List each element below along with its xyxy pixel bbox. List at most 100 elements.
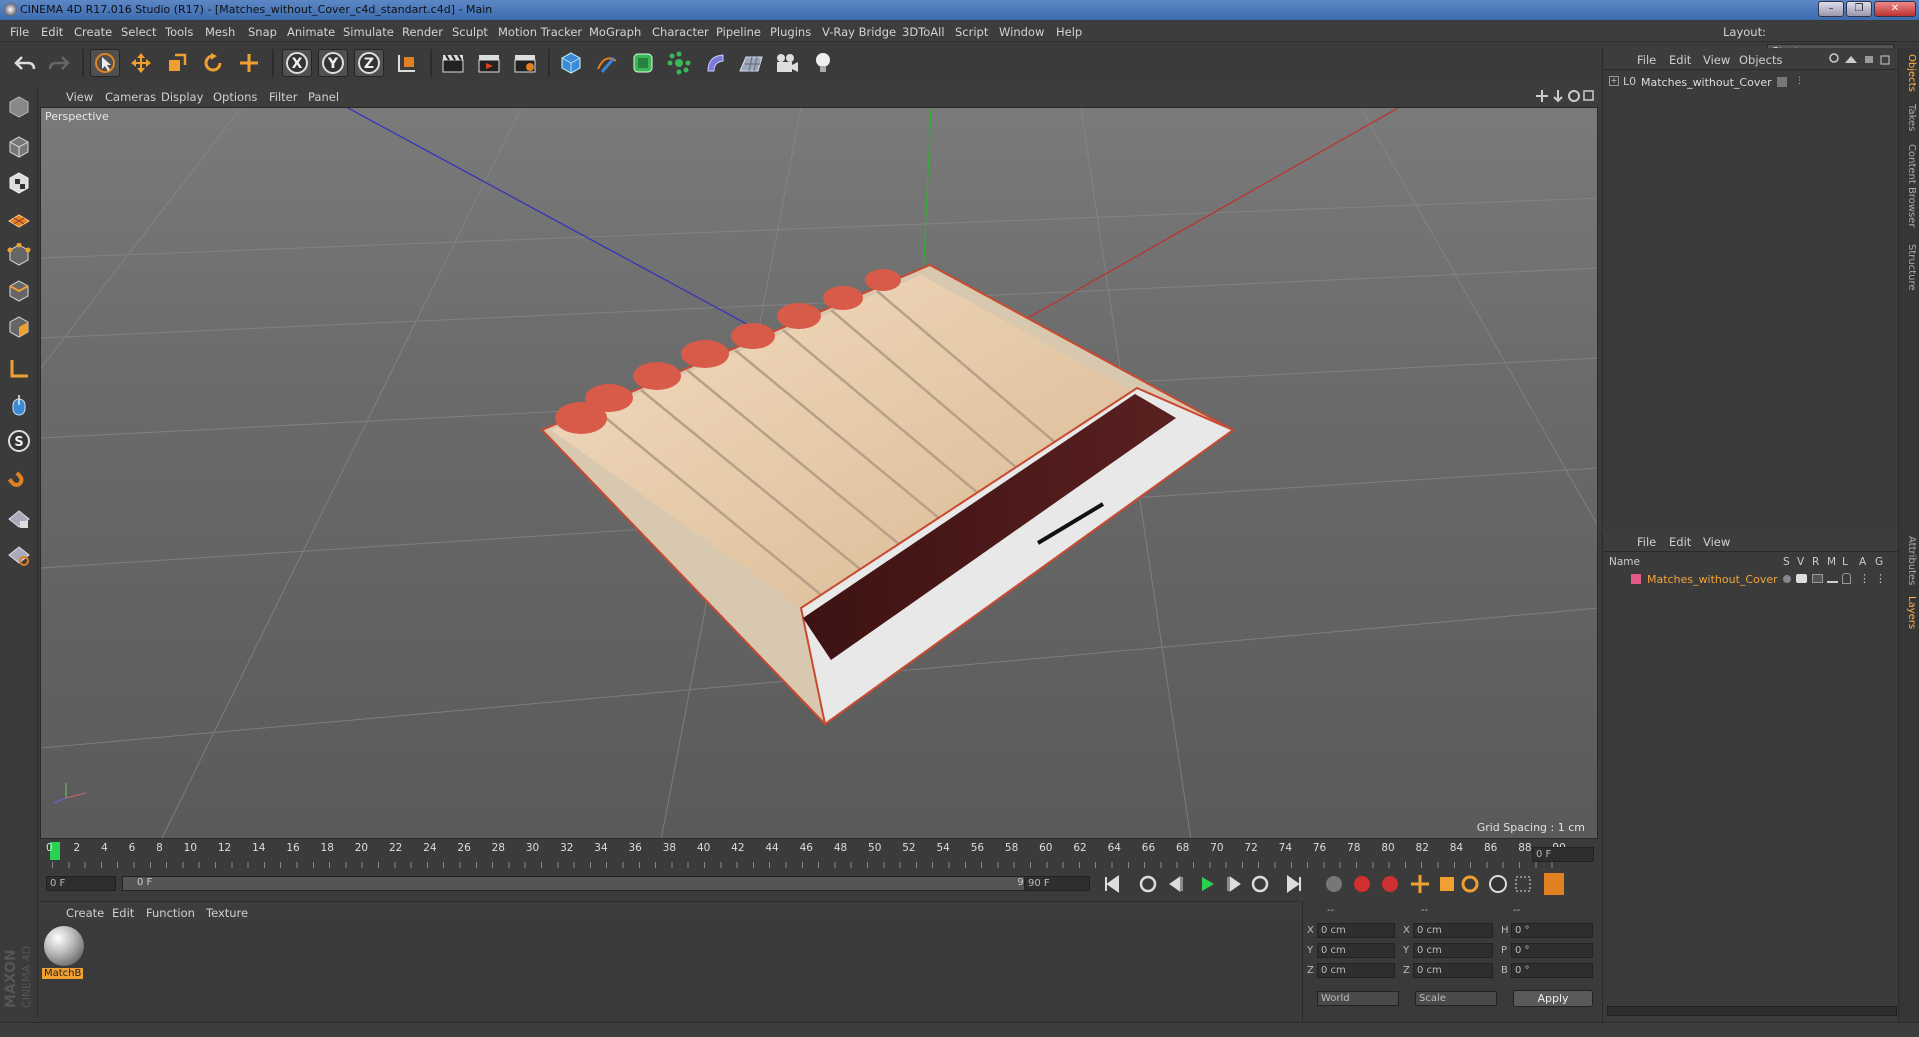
- tab-attributes[interactable]: Attributes: [1901, 536, 1917, 585]
- object-manager-toolbar-icons[interactable]: [1829, 53, 1895, 65]
- workplane-mode-button[interactable]: [4, 204, 34, 234]
- points-mode-button[interactable]: [4, 240, 34, 270]
- render-settings-button[interactable]: [510, 49, 540, 77]
- close-button[interactable]: ✕: [1874, 1, 1916, 17]
- rotation-p-field[interactable]: 0 °: [1511, 943, 1593, 958]
- add-cube-button[interactable]: [556, 49, 586, 77]
- size-z-field[interactable]: 0 cm: [1413, 963, 1493, 978]
- tab-structure[interactable]: Structure: [1901, 244, 1917, 291]
- menu-help[interactable]: Help: [1056, 25, 1082, 39]
- lock-icon[interactable]: [1842, 573, 1851, 584]
- menu-script[interactable]: Script: [955, 25, 988, 39]
- move-tool-button[interactable]: [126, 49, 156, 77]
- coordinate-system-button[interactable]: [392, 49, 422, 77]
- viewport-menu-panel[interactable]: Panel: [308, 90, 339, 104]
- menu-mograph[interactable]: MoGraph: [589, 25, 641, 39]
- menu-select[interactable]: Select: [121, 25, 156, 39]
- layer-row[interactable]: Matches_without_Cover ⋮ ⋮: [1607, 572, 1897, 588]
- menu-pipeline[interactable]: Pipeline: [716, 25, 761, 39]
- tab-takes[interactable]: Takes: [1901, 104, 1917, 131]
- axis-mode-button[interactable]: [4, 354, 34, 384]
- add-array-button[interactable]: [664, 49, 694, 77]
- add-camera-button[interactable]: [772, 49, 802, 77]
- object-row[interactable]: + L0 Matches_without_Cover ⋮: [1607, 74, 1895, 92]
- x-axis-lock-button[interactable]: X: [282, 49, 312, 77]
- add-light-button[interactable]: [808, 49, 838, 77]
- material-menu-create[interactable]: Create: [66, 906, 104, 920]
- timeline-ruler[interactable]: 0 2 4 6 8 10 12 14 16 18 20 22 24 26 28 …: [40, 840, 1598, 870]
- viewport-menu-options[interactable]: Options: [213, 90, 257, 104]
- objects-menu-file[interactable]: File: [1637, 53, 1656, 67]
- texture-mode-button[interactable]: [4, 168, 34, 198]
- rotation-h-field[interactable]: 0 °: [1511, 923, 1593, 938]
- viewport-menu-view[interactable]: View: [66, 90, 93, 104]
- make-editable-button[interactable]: [4, 92, 34, 122]
- y-axis-lock-button[interactable]: Y: [318, 49, 348, 77]
- undo-button[interactable]: [10, 49, 40, 77]
- animation-toggle-icon[interactable]: ⋮: [1859, 572, 1870, 585]
- menu-render[interactable]: Render: [402, 25, 443, 39]
- workplane-lock-button[interactable]: [4, 504, 34, 534]
- menu-tools[interactable]: Tools: [165, 25, 193, 39]
- edges-mode-button[interactable]: [4, 276, 34, 306]
- coordinate-mode-dropdown[interactable]: World: [1317, 991, 1399, 1006]
- model-mode-button[interactable]: [4, 132, 34, 162]
- menu-create[interactable]: Create: [74, 25, 112, 39]
- menu-mesh[interactable]: Mesh: [205, 25, 235, 39]
- maximize-button[interactable]: ❐: [1846, 1, 1872, 17]
- menu-animate[interactable]: Animate: [287, 25, 335, 39]
- planar-workplane-button[interactable]: [4, 540, 34, 570]
- position-y-field[interactable]: 0 cm: [1317, 943, 1395, 958]
- 3d-viewport[interactable]: Perspective Grid Spacing: 1 cm: [40, 107, 1598, 839]
- add-floor-button[interactable]: [736, 49, 766, 77]
- tweak-mode-button[interactable]: [4, 390, 34, 420]
- menu-simulate[interactable]: Simulate: [343, 25, 394, 39]
- layers-menu-view[interactable]: View: [1703, 535, 1730, 549]
- manager-toggle-icon[interactable]: [1827, 574, 1838, 583]
- rotation-b-field[interactable]: 0 °: [1511, 963, 1593, 978]
- position-x-field[interactable]: 0 cm: [1317, 923, 1395, 938]
- size-x-field[interactable]: 0 cm: [1413, 923, 1493, 938]
- snap-button[interactable]: S: [4, 426, 34, 456]
- menu-3dtoall[interactable]: 3DToAll: [902, 25, 945, 39]
- render-view-button[interactable]: [438, 49, 468, 77]
- recent-tool-button[interactable]: [234, 49, 264, 77]
- add-nurbs-button[interactable]: [628, 49, 658, 77]
- solo-toggle-icon[interactable]: [1783, 575, 1791, 583]
- tab-layers[interactable]: Layers: [1901, 596, 1917, 629]
- size-y-field[interactable]: 0 cm: [1413, 943, 1493, 958]
- menu-vray-bridge[interactable]: V-Ray Bridge: [822, 25, 896, 39]
- z-axis-lock-button[interactable]: Z: [354, 49, 384, 77]
- visibility-dots-icon[interactable]: ⋮: [1795, 76, 1804, 86]
- objects-menu-view[interactable]: View: [1703, 53, 1730, 67]
- menu-file[interactable]: File: [10, 25, 29, 39]
- tab-content-browser[interactable]: Content Browser: [1901, 144, 1917, 227]
- menu-snap[interactable]: Snap: [248, 25, 277, 39]
- menu-motion-tracker[interactable]: Motion Tracker: [498, 25, 582, 39]
- viewport-menu-display[interactable]: Display: [161, 90, 203, 104]
- polygons-mode-button[interactable]: [4, 312, 34, 342]
- enable-snap-button[interactable]: [4, 468, 34, 498]
- material-menu-edit[interactable]: Edit: [112, 906, 134, 920]
- generator-toggle-icon[interactable]: ⋮: [1875, 572, 1886, 585]
- start-frame-field[interactable]: 0 F: [46, 876, 116, 891]
- position-z-field[interactable]: 0 cm: [1317, 963, 1395, 978]
- apply-button[interactable]: Apply: [1513, 990, 1593, 1007]
- end-frame-field[interactable]: 90 F: [1024, 876, 1090, 891]
- layer-color-swatch[interactable]: [1631, 574, 1641, 584]
- material-swatch[interactable]: MatchB: [42, 924, 86, 984]
- redo-button[interactable]: [44, 49, 74, 77]
- objects-menu-edit[interactable]: Edit: [1669, 53, 1691, 67]
- eye-icon[interactable]: [1796, 574, 1807, 583]
- viewport-menu-filter[interactable]: Filter: [269, 90, 297, 104]
- size-mode-dropdown[interactable]: Scale: [1415, 991, 1497, 1006]
- menu-character[interactable]: Character: [652, 25, 709, 39]
- menu-sculpt[interactable]: Sculpt: [452, 25, 488, 39]
- expand-icon[interactable]: +: [1609, 76, 1619, 86]
- material-menu-function[interactable]: Function: [146, 906, 195, 920]
- rotate-tool-button[interactable]: [198, 49, 228, 77]
- minimize-button[interactable]: –: [1818, 1, 1844, 17]
- horizontal-scrollbar[interactable]: [1607, 1006, 1897, 1016]
- scale-tool-button[interactable]: [162, 49, 192, 77]
- select-tool-button[interactable]: [90, 49, 120, 77]
